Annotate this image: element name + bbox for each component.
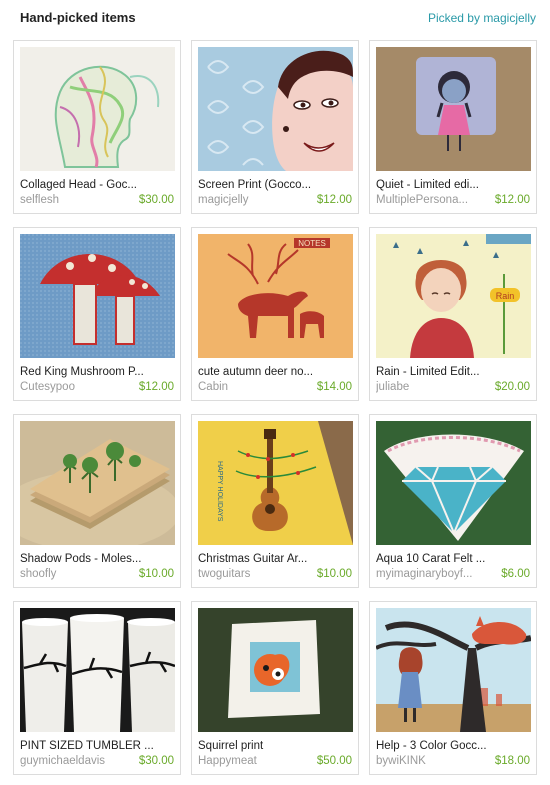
- item-price: $12.00: [138, 381, 174, 393]
- item-price: $20.00: [494, 381, 530, 393]
- red-mushroom-pillow-image: [20, 234, 175, 358]
- item-card[interactable]: Squirrel print Happymeat $50.00: [191, 601, 359, 775]
- item-title[interactable]: Screen Print (Gocco...: [198, 179, 353, 191]
- item-thumbnail[interactable]: [198, 47, 353, 171]
- item-title[interactable]: Quiet - Limited edi...: [376, 179, 531, 191]
- item-price: $50.00: [316, 755, 352, 767]
- page-title: Hand-picked items: [20, 10, 136, 25]
- item-thumbnail[interactable]: [376, 608, 531, 732]
- item-shop[interactable]: juliabe: [376, 381, 486, 393]
- item-price: $6.00: [501, 568, 530, 580]
- item-thumbnail[interactable]: [376, 47, 531, 171]
- item-shop[interactable]: MultiplePersona...: [376, 194, 486, 206]
- item-thumbnail[interactable]: [376, 421, 531, 545]
- quiet-girl-image: [376, 47, 531, 171]
- item-price: $30.00: [138, 755, 174, 767]
- item-price: $12.00: [316, 194, 352, 206]
- notes-label: NOTES: [298, 239, 326, 248]
- item-shop[interactable]: Happymeat: [198, 755, 308, 767]
- item-card[interactable]: Help - 3 Color Gocc... bywiKINK $18.00: [369, 601, 537, 775]
- item-shop[interactable]: selflesh: [20, 194, 130, 206]
- item-title[interactable]: Rain - Limited Edit...: [376, 366, 531, 378]
- item-card[interactable]: NOTES cute autumn deer no... Cabin $14.0…: [191, 227, 359, 401]
- aqua-diamond-felt-image: [376, 421, 531, 545]
- item-shop[interactable]: magicjelly: [198, 194, 308, 206]
- item-thumbnail[interactable]: [20, 47, 175, 171]
- item-card[interactable]: HAPPY HOLIDAYS Christmas Guitar Ar... tw…: [191, 414, 359, 588]
- item-thumbnail[interactable]: [20, 421, 175, 545]
- item-shop[interactable]: bywiKINK: [376, 755, 486, 767]
- happy-holidays-text: HAPPY HOLIDAYS: [216, 461, 223, 522]
- collaged-head-image: [20, 47, 175, 171]
- item-card[interactable]: Collaged Head - Goc... selflesh $30.00: [13, 40, 181, 214]
- autumn-deer-notes-image: NOTES: [198, 234, 353, 358]
- item-shop[interactable]: Cabin: [198, 381, 308, 393]
- item-thumbnail[interactable]: HAPPY HOLIDAYS: [198, 421, 353, 545]
- screen-print-portrait-image: [198, 47, 353, 171]
- shadow-pods-notebooks-image: [20, 421, 175, 545]
- item-price: $14.00: [316, 381, 352, 393]
- item-title[interactable]: Help - 3 Color Gocc...: [376, 740, 531, 752]
- item-title[interactable]: Squirrel print: [198, 740, 353, 752]
- picked-by-link[interactable]: Picked by magicjelly: [428, 11, 536, 25]
- item-thumbnail[interactable]: [20, 608, 175, 732]
- item-thumbnail[interactable]: [20, 234, 175, 358]
- item-title[interactable]: PINT SIZED TUMBLER ...: [20, 740, 175, 752]
- item-card[interactable]: Red King Mushroom P... Cutesypoo $12.00: [13, 227, 181, 401]
- item-title[interactable]: Aqua 10 Carat Felt ...: [376, 553, 531, 565]
- item-card[interactable]: Quiet - Limited edi... MultiplePersona..…: [369, 40, 537, 214]
- item-thumbnail[interactable]: NOTES: [198, 234, 353, 358]
- item-card[interactable]: Shadow Pods - Moles... shoofly $10.00: [13, 414, 181, 588]
- item-shop[interactable]: myimaginaryboyf...: [376, 568, 486, 580]
- item-card[interactable]: PINT SIZED TUMBLER ... guymichaeldavis $…: [13, 601, 181, 775]
- item-shop[interactable]: twoguitars: [198, 568, 308, 580]
- item-price: $30.00: [138, 194, 174, 206]
- item-title[interactable]: Christmas Guitar Ar...: [198, 553, 353, 565]
- item-price: $10.00: [138, 568, 174, 580]
- help-gocco-cat-tree-image: [376, 608, 531, 732]
- pint-tumblers-image: [20, 608, 175, 732]
- item-price: $18.00: [494, 755, 530, 767]
- item-card[interactable]: Aqua 10 Carat Felt ... myimaginaryboyf..…: [369, 414, 537, 588]
- christmas-guitar-card-image: HAPPY HOLIDAYS: [198, 421, 353, 545]
- item-card[interactable]: Screen Print (Gocco... magicjelly $12.00: [191, 40, 359, 214]
- item-card[interactable]: Rain Rain - Limited Edit... juliabe $20.…: [369, 227, 537, 401]
- item-title[interactable]: Red King Mushroom P...: [20, 366, 175, 378]
- item-title[interactable]: Shadow Pods - Moles...: [20, 553, 175, 565]
- rain-girl-image: Rain: [376, 234, 531, 358]
- item-title[interactable]: Collaged Head - Goc...: [20, 179, 175, 191]
- item-shop[interactable]: shoofly: [20, 568, 130, 580]
- item-shop[interactable]: guymichaeldavis: [20, 755, 130, 767]
- squirrel-print-image: [198, 608, 353, 732]
- rain-sign-text: Rain: [496, 291, 515, 301]
- item-price: $12.00: [494, 194, 530, 206]
- item-title[interactable]: cute autumn deer no...: [198, 366, 353, 378]
- item-thumbnail[interactable]: Rain: [376, 234, 531, 358]
- item-price: $10.00: [316, 568, 352, 580]
- item-thumbnail[interactable]: [198, 608, 353, 732]
- item-shop[interactable]: Cutesypoo: [20, 381, 130, 393]
